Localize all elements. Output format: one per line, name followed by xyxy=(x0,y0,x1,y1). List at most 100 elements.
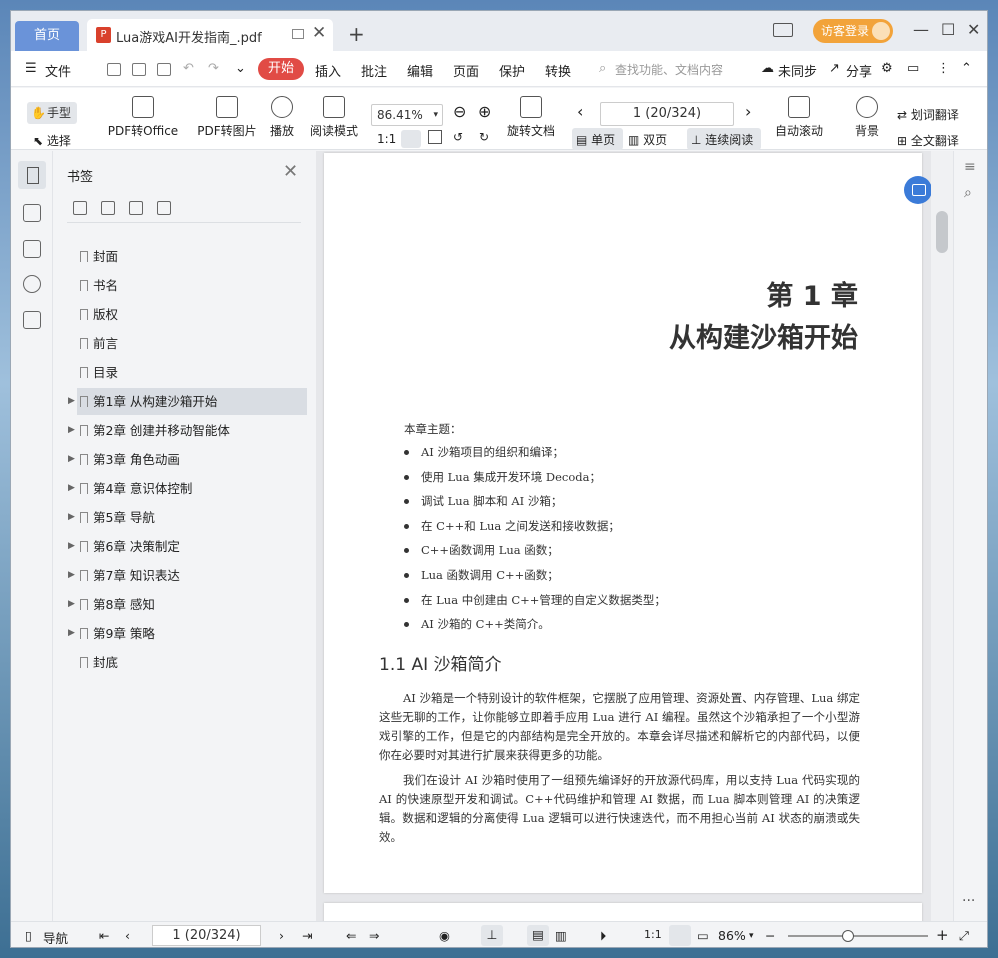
expand-arrow-icon[interactable]: ▶ xyxy=(68,504,75,531)
expand-arrow-icon[interactable]: ▶ xyxy=(68,475,75,502)
menu-file[interactable]: 文件 xyxy=(45,61,71,80)
status-page-input[interactable]: 1 (20/324) xyxy=(152,925,261,946)
reading-layout-icon[interactable] xyxy=(773,23,793,37)
menu-edit[interactable]: 编辑 xyxy=(407,61,433,80)
more-dropdown-icon[interactable]: ⌄ xyxy=(235,61,246,76)
fullscreen-icon[interactable]: ⤢ xyxy=(959,928,969,944)
guest-login-button[interactable]: 访客登录 xyxy=(813,19,893,43)
save-icon[interactable] xyxy=(132,63,146,76)
bookmark-item[interactable]: ▶ 第5章 导航 xyxy=(68,504,307,531)
menu-page[interactable]: 页面 xyxy=(453,61,479,80)
add-bookmark-icon[interactable] xyxy=(129,201,143,215)
maximize-icon[interactable]: ☐ xyxy=(941,20,955,39)
bookmark-item[interactable]: ▶ 第9章 策略 xyxy=(68,620,307,647)
bookmark-item[interactable]: ▶ 第2章 创建并移动智能体 xyxy=(68,417,307,444)
continuous-mode-icon[interactable]: ⊥ xyxy=(481,925,503,946)
eye-care-icon[interactable]: ◉ xyxy=(439,928,450,943)
outdent-icon[interactable]: ⇐ xyxy=(346,928,356,943)
prev-page-icon[interactable]: ‹ xyxy=(125,928,130,943)
expand-arrow-icon[interactable]: ▶ xyxy=(68,620,75,647)
print-icon[interactable] xyxy=(157,63,171,76)
word-translate-button[interactable]: ⇄ 划词翻译 xyxy=(897,106,959,123)
signature-icon[interactable] xyxy=(23,311,41,329)
hamburger-icon[interactable]: ☰ xyxy=(25,61,37,76)
zoom-out-button[interactable]: − xyxy=(765,928,775,943)
pdf-to-image-button[interactable]: PDF转图片 xyxy=(197,96,257,139)
comment-panel-icon[interactable] xyxy=(23,240,41,258)
more-icon[interactable]: ··· xyxy=(962,893,975,909)
background-button[interactable]: 背景 xyxy=(847,96,887,139)
zoom-dropdown-icon[interactable]: ▾ xyxy=(749,931,754,941)
bookmark-item[interactable]: 前言 xyxy=(77,330,307,357)
pdf-to-office-button[interactable]: PDF转Office xyxy=(103,96,183,139)
menu-annotate[interactable]: 批注 xyxy=(361,61,387,80)
last-page-icon[interactable]: ⇥ xyxy=(302,928,312,943)
tab-home[interactable]: 首页 xyxy=(15,21,79,51)
nav-panel-icon[interactable]: ▯ xyxy=(25,928,32,943)
collapse-ribbon-icon[interactable]: ⌃ xyxy=(961,61,972,76)
hand-tool-button[interactable]: ✋ 手型 xyxy=(27,102,77,124)
page-number-input[interactable]: 1 (20/324) xyxy=(600,102,734,126)
bookmark-item[interactable]: ▶ 第6章 决策制定 xyxy=(68,533,307,560)
rotate-left-icon[interactable]: ↺ xyxy=(453,130,463,144)
play-button[interactable]: 播放 xyxy=(267,96,297,139)
expand-arrow-icon[interactable]: ▶ xyxy=(68,417,75,444)
tab-close-icon[interactable]: ✕ xyxy=(312,23,326,43)
expand-arrow-icon[interactable]: ▶ xyxy=(68,591,75,618)
full-translate-button[interactable]: ⊞ 全文翻译 xyxy=(897,132,959,149)
document-viewport[interactable]: 第 1 章 从构建沙箱开始 本章主题： AI 沙箱项目的组织和编译； 使用 Lu… xyxy=(316,151,953,921)
fit-page-icon[interactable] xyxy=(669,925,691,946)
collapse-all-icon[interactable] xyxy=(101,201,115,215)
fit-width-icon[interactable]: ▭ xyxy=(697,928,709,943)
expand-arrow-icon[interactable]: ▶ xyxy=(68,562,75,589)
indent-icon[interactable]: ⇒ xyxy=(369,928,379,943)
next-page-icon[interactable]: › xyxy=(279,928,284,943)
double-page-mode-icon[interactable]: ▥ xyxy=(555,928,567,943)
read-mode-button[interactable]: 阅读模式 xyxy=(308,96,360,139)
single-page-mode-icon[interactable]: ▤ xyxy=(527,925,549,946)
minimize-icon[interactable]: — xyxy=(913,20,929,39)
actual-size-icon[interactable]: 1:1 xyxy=(644,928,662,941)
expand-arrow-icon[interactable]: ▶ xyxy=(68,446,75,473)
tab-window-icon[interactable] xyxy=(292,29,304,39)
more-options-icon[interactable]: ⋮ xyxy=(937,61,950,76)
expand-arrow-icon[interactable]: ▶ xyxy=(68,388,75,415)
zoom-level[interactable]: 86% xyxy=(718,928,746,943)
bookmark-panel-icon[interactable] xyxy=(18,161,46,189)
actual-size-icon[interactable]: 1:1 xyxy=(377,132,396,146)
bookmark-item[interactable]: 书名 xyxy=(77,272,307,299)
menu-start[interactable]: 开始 xyxy=(258,58,304,80)
settings-icon[interactable]: ⚙ xyxy=(881,61,893,76)
first-page-icon[interactable]: ⇤ xyxy=(99,928,109,943)
double-page-button[interactable]: ▥ 双页 xyxy=(628,131,667,148)
close-icon[interactable]: ✕ xyxy=(283,161,298,182)
extract-icon[interactable] xyxy=(904,176,932,204)
search-input[interactable]: 查找功能、文档内容 xyxy=(615,61,723,78)
tab-document[interactable]: P Lua游戏AI开发指南_.pdf ✕ xyxy=(87,19,333,51)
undo-icon[interactable]: ↶ xyxy=(183,61,194,76)
auto-scroll-button[interactable]: 自动滚动 xyxy=(769,96,829,139)
menu-convert[interactable]: 转换 xyxy=(545,61,571,80)
attachment-icon[interactable] xyxy=(23,275,41,293)
fit-width-icon[interactable] xyxy=(428,130,442,144)
zoom-slider-knob[interactable] xyxy=(841,930,854,942)
zoom-in-button[interactable]: + xyxy=(936,926,949,944)
vertical-scrollbar[interactable] xyxy=(931,151,953,921)
zoom-slider[interactable] xyxy=(788,930,928,942)
scrollbar-thumb[interactable] xyxy=(936,211,948,253)
redo-icon[interactable]: ↷ xyxy=(208,61,219,76)
comment-icon[interactable]: ▭ xyxy=(907,61,919,76)
bookmark-item[interactable]: ▶ 第7章 知识表达 xyxy=(68,562,307,589)
bookmark-item[interactable]: ▶ 第8章 感知 xyxy=(68,591,307,618)
zoom-select[interactable]: 86.41% ▾ xyxy=(371,104,443,126)
rotate-document-button[interactable]: 旋转文档 xyxy=(505,96,557,139)
menu-insert[interactable]: 插入 xyxy=(315,61,341,80)
nav-toggle[interactable]: 导航 xyxy=(43,928,68,947)
panel-toggle-icon[interactable]: ≡ xyxy=(964,159,976,175)
fit-page-icon[interactable] xyxy=(401,130,421,148)
expand-arrow-icon[interactable]: ▶ xyxy=(68,533,75,560)
next-page-icon[interactable]: › xyxy=(745,102,751,121)
play-icon[interactable]: ⏵ xyxy=(600,928,606,944)
bookmark-item[interactable]: 封面 xyxy=(77,243,307,270)
sync-status[interactable]: 未同步 xyxy=(778,61,817,80)
